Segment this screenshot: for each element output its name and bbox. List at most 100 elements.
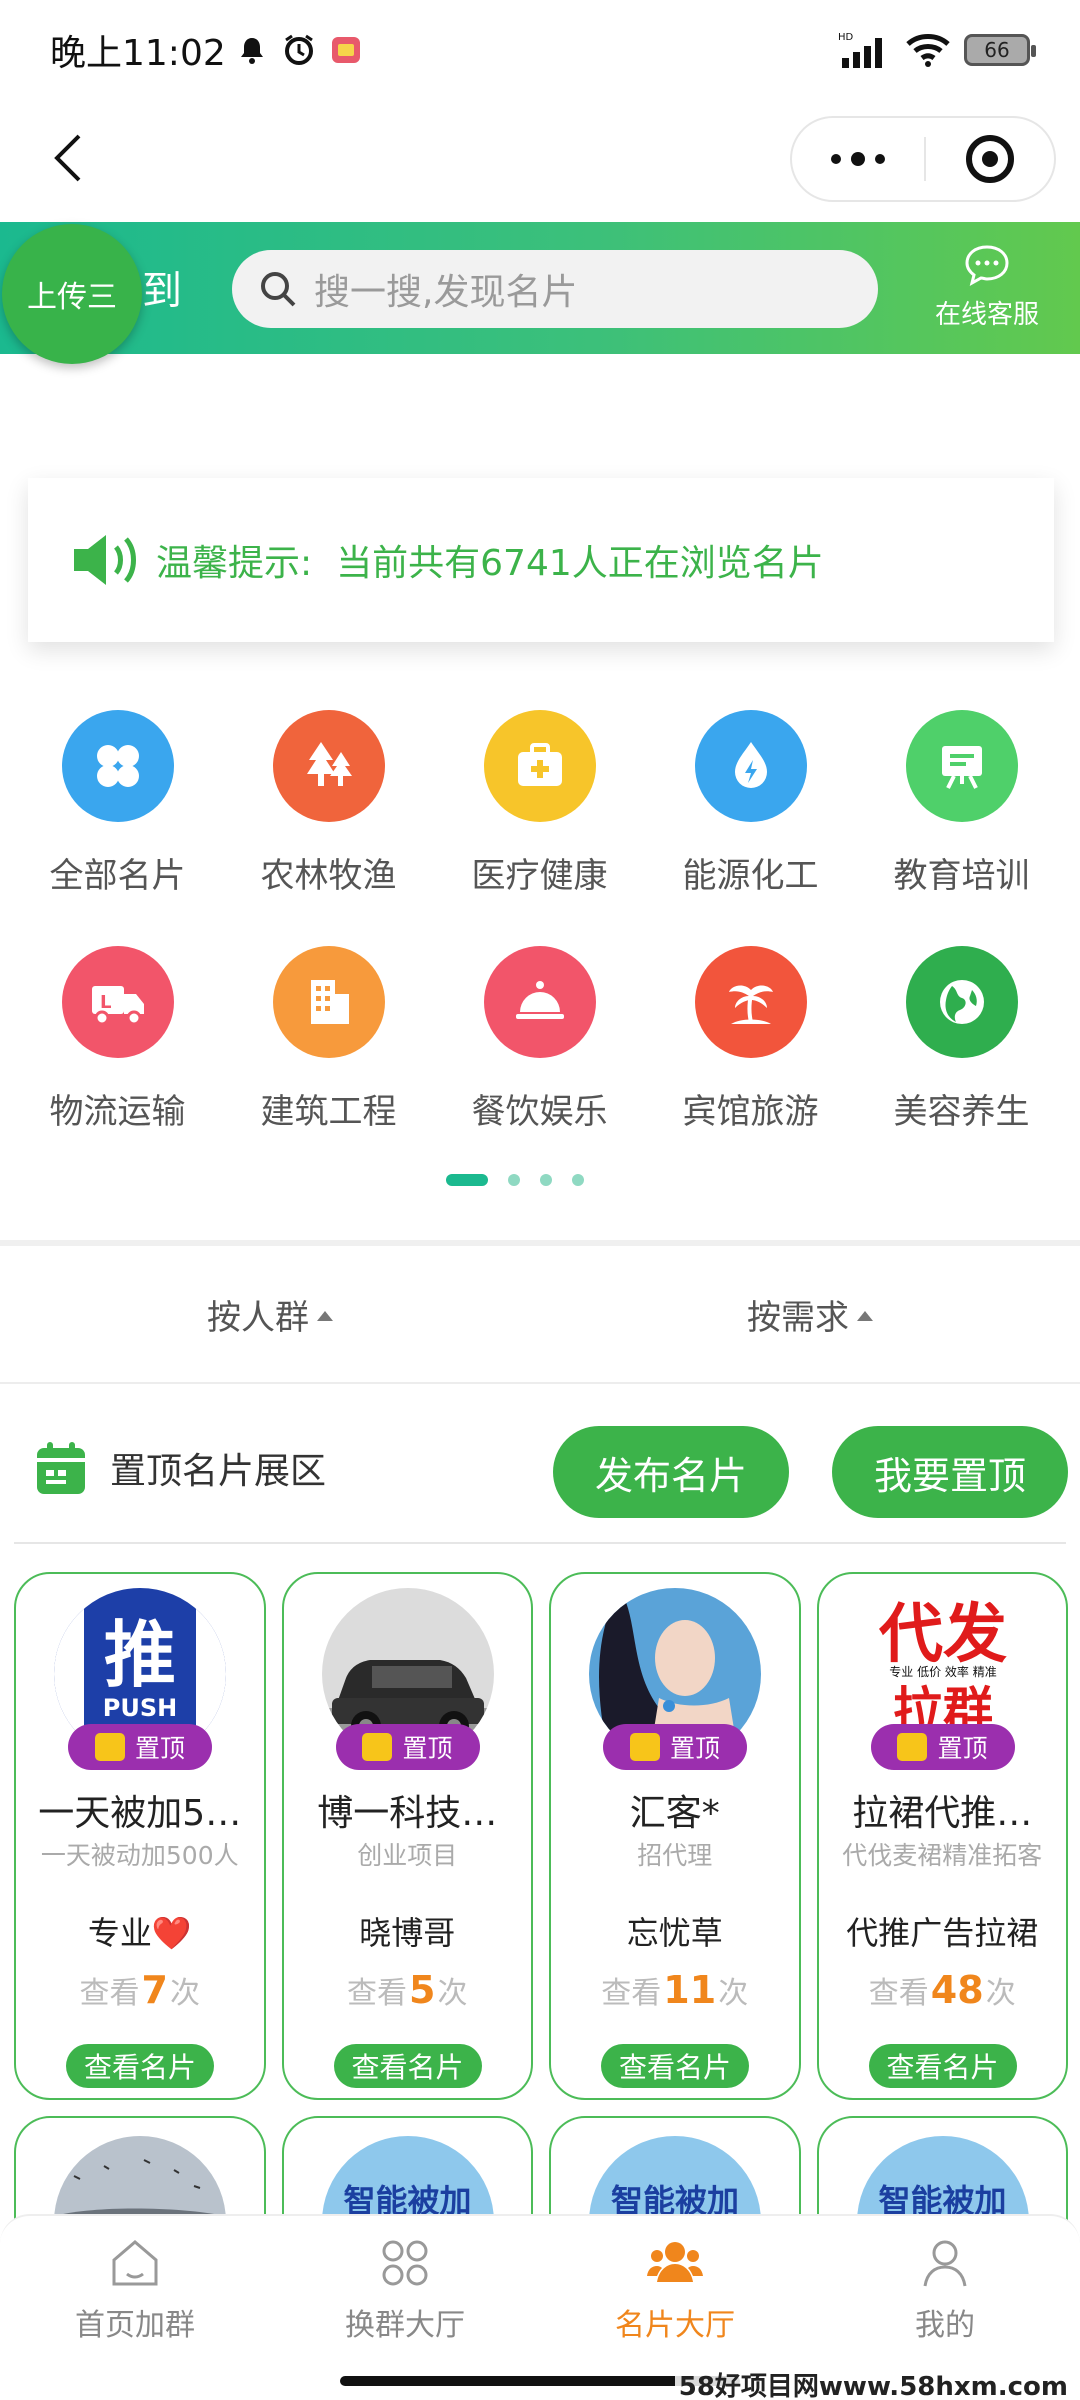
pinned-badge: 置顶 bbox=[870, 1724, 1015, 1770]
wifi-icon bbox=[906, 34, 950, 67]
pinned-badge: 置顶 bbox=[603, 1724, 747, 1770]
online-service-label: 在线客服 bbox=[934, 300, 1039, 330]
target-icon bbox=[966, 135, 1014, 183]
card-owner: 代推广告拉裙 bbox=[846, 1914, 1039, 1952]
view-card-button[interactable]: 查看名片 bbox=[601, 2044, 749, 2088]
bell-icon bbox=[240, 38, 263, 64]
calendar-badge-icon bbox=[94, 1733, 125, 1761]
business-card[interactable]: 置顶 博一科技… 创业项目 晓博哥 查看5次 查看名片 bbox=[281, 1572, 533, 2100]
card-views: 查看48次 bbox=[819, 1968, 1067, 2012]
category-label: 能源化工 bbox=[682, 856, 819, 896]
pager-dot[interactable] bbox=[540, 1174, 552, 1186]
signin-label[interactable]: 到 bbox=[142, 258, 182, 316]
pinned-section-header: 置顶名片展区 发布名片 我要置顶 bbox=[0, 1386, 1080, 1544]
status-right: HD 66 bbox=[838, 30, 1036, 70]
view-card-button[interactable]: 查看名片 bbox=[66, 2044, 214, 2088]
pager-dot[interactable] bbox=[508, 1174, 520, 1186]
tab-label: 我的 bbox=[915, 2308, 975, 2343]
upload-label: 上传三 bbox=[27, 280, 117, 315]
view-card-button[interactable]: 查看名片 bbox=[333, 2044, 482, 2088]
category-icon-bg bbox=[905, 710, 1018, 822]
category-beauty[interactable]: 美容养生 bbox=[856, 936, 1067, 1172]
category-catering[interactable]: 餐饮娱乐 bbox=[434, 936, 645, 1172]
category-agriculture[interactable]: 农林牧渔 bbox=[223, 700, 434, 936]
business-card[interactable]: 代发 专业 低价 效率 精准 拉群 置顶 拉裙代推… 代伐麦裙精准拓客 代推广告… bbox=[816, 1572, 1068, 2100]
category-logistics[interactable]: L 物流运输 bbox=[12, 936, 223, 1172]
card-description: 招代理 bbox=[637, 1841, 713, 1870]
back-button[interactable] bbox=[38, 128, 98, 188]
card-description: 创业项目 bbox=[357, 1841, 458, 1870]
views-prefix: 查看 bbox=[347, 1976, 408, 2011]
pinned-badge: 置顶 bbox=[335, 1724, 480, 1770]
category-icon-bg: L bbox=[61, 946, 174, 1058]
tab-group-hall[interactable]: 换群大厅 bbox=[270, 2216, 540, 2400]
category-hotel-travel[interactable]: 宾馆旅游 bbox=[645, 936, 856, 1172]
calendar-badge-icon bbox=[897, 1733, 928, 1761]
view-card-button[interactable]: 查看名片 bbox=[868, 2044, 1017, 2088]
card-name: 博一科技… bbox=[317, 1793, 498, 1834]
avatar-text: 专业 低价 效率 精准 bbox=[889, 1664, 996, 1679]
views-prefix: 查看 bbox=[868, 1976, 929, 2011]
more-dot-icon bbox=[875, 154, 885, 164]
building-icon bbox=[310, 980, 349, 1024]
badge-label: 置顶 bbox=[402, 1734, 453, 1763]
category-education[interactable]: 教育培训 bbox=[856, 700, 1067, 936]
pager-dot-active[interactable] bbox=[446, 1174, 488, 1186]
category-icon-bg bbox=[905, 946, 1018, 1058]
chat-bubble-icon bbox=[965, 245, 1009, 286]
clover-icon bbox=[96, 745, 139, 787]
card-owner: 忘忧草 bbox=[626, 1914, 723, 1952]
card-views: 查看7次 bbox=[16, 1968, 264, 2012]
pager-dot[interactable] bbox=[572, 1174, 584, 1186]
svg-text:L: L bbox=[100, 992, 111, 1013]
card-views: 查看5次 bbox=[284, 1968, 532, 2012]
pinned-card-list: 推 PUSH 置顶 一天被加5… 一天被动加500人 专业❤️ 查看7次 查看名… bbox=[14, 1572, 1068, 2100]
medical-kit-icon bbox=[517, 743, 562, 786]
palm-tree-icon bbox=[728, 985, 773, 1024]
tab-label: 首页加群 bbox=[75, 2308, 195, 2343]
energy-drop-icon bbox=[734, 742, 767, 788]
search-input[interactable]: 搜一搜,发现名片 bbox=[232, 250, 878, 328]
caret-up-icon bbox=[317, 1311, 333, 1321]
home-icon bbox=[112, 2240, 158, 2286]
business-card[interactable]: 推 PUSH 置顶 一天被加5… 一天被动加500人 专业❤️ 查看7次 查看名… bbox=[14, 1572, 266, 2100]
search-icon bbox=[261, 272, 296, 307]
tab-home[interactable]: 首页加群 bbox=[0, 2216, 270, 2400]
pin-to-top-button[interactable]: 我要置顶 bbox=[832, 1426, 1068, 1518]
watermark-text: 58好项目网www.58hxm.com bbox=[674, 2366, 1072, 2400]
card-owner: 专业❤️ bbox=[87, 1914, 192, 1952]
filter-label: 按需求 bbox=[747, 1297, 849, 1338]
upload-float-button[interactable]: 上传三 bbox=[2, 224, 142, 364]
truck-icon: L bbox=[91, 986, 144, 1026]
battery-level: 66 bbox=[984, 38, 1010, 62]
grid-circles-icon bbox=[382, 2240, 428, 2286]
filter-row: 按人群 按需求 bbox=[0, 1246, 1080, 1384]
person-icon bbox=[923, 2240, 967, 2287]
category-label: 全部名片 bbox=[49, 856, 186, 896]
filter-by-crowd[interactable]: 按人群 bbox=[0, 1246, 540, 1382]
category-all[interactable]: 全部名片 bbox=[12, 700, 223, 936]
mini-program-capsule bbox=[790, 116, 1056, 202]
notice-title: 温馨提示: bbox=[156, 543, 313, 584]
status-bar: 晚上11:02 HD 66 bbox=[0, 0, 1080, 100]
card-app-icon bbox=[331, 37, 360, 63]
notice-banner: 温馨提示: 当前共有6741人正在浏览名片 bbox=[28, 478, 1054, 642]
card-name: 拉裙代推… bbox=[852, 1793, 1033, 1834]
close-miniprogram-button[interactable] bbox=[926, 135, 1054, 183]
filter-by-demand[interactable]: 按需求 bbox=[540, 1246, 1080, 1382]
easel-icon bbox=[941, 746, 982, 789]
cloche-icon bbox=[515, 981, 564, 1019]
more-button[interactable] bbox=[792, 118, 924, 200]
category-construction[interactable]: 建筑工程 bbox=[223, 936, 434, 1172]
category-label: 餐饮娱乐 bbox=[471, 1092, 608, 1132]
badge-label: 置顶 bbox=[134, 1734, 185, 1763]
online-service-button[interactable]: 在线客服 bbox=[912, 244, 1062, 331]
publish-card-button[interactable]: 发布名片 bbox=[553, 1426, 789, 1518]
views-suffix: 次 bbox=[718, 1976, 749, 2011]
category-medical[interactable]: 医疗健康 bbox=[434, 700, 645, 936]
category-icon-bg bbox=[694, 946, 807, 1058]
business-card[interactable]: 置顶 汇客* 招代理 忘忧草 查看11次 查看名片 bbox=[549, 1572, 801, 2100]
category-energy[interactable]: 能源化工 bbox=[645, 700, 856, 936]
status-time: 晚上11:02 bbox=[50, 33, 226, 74]
views-count: 11 bbox=[663, 1968, 717, 2012]
